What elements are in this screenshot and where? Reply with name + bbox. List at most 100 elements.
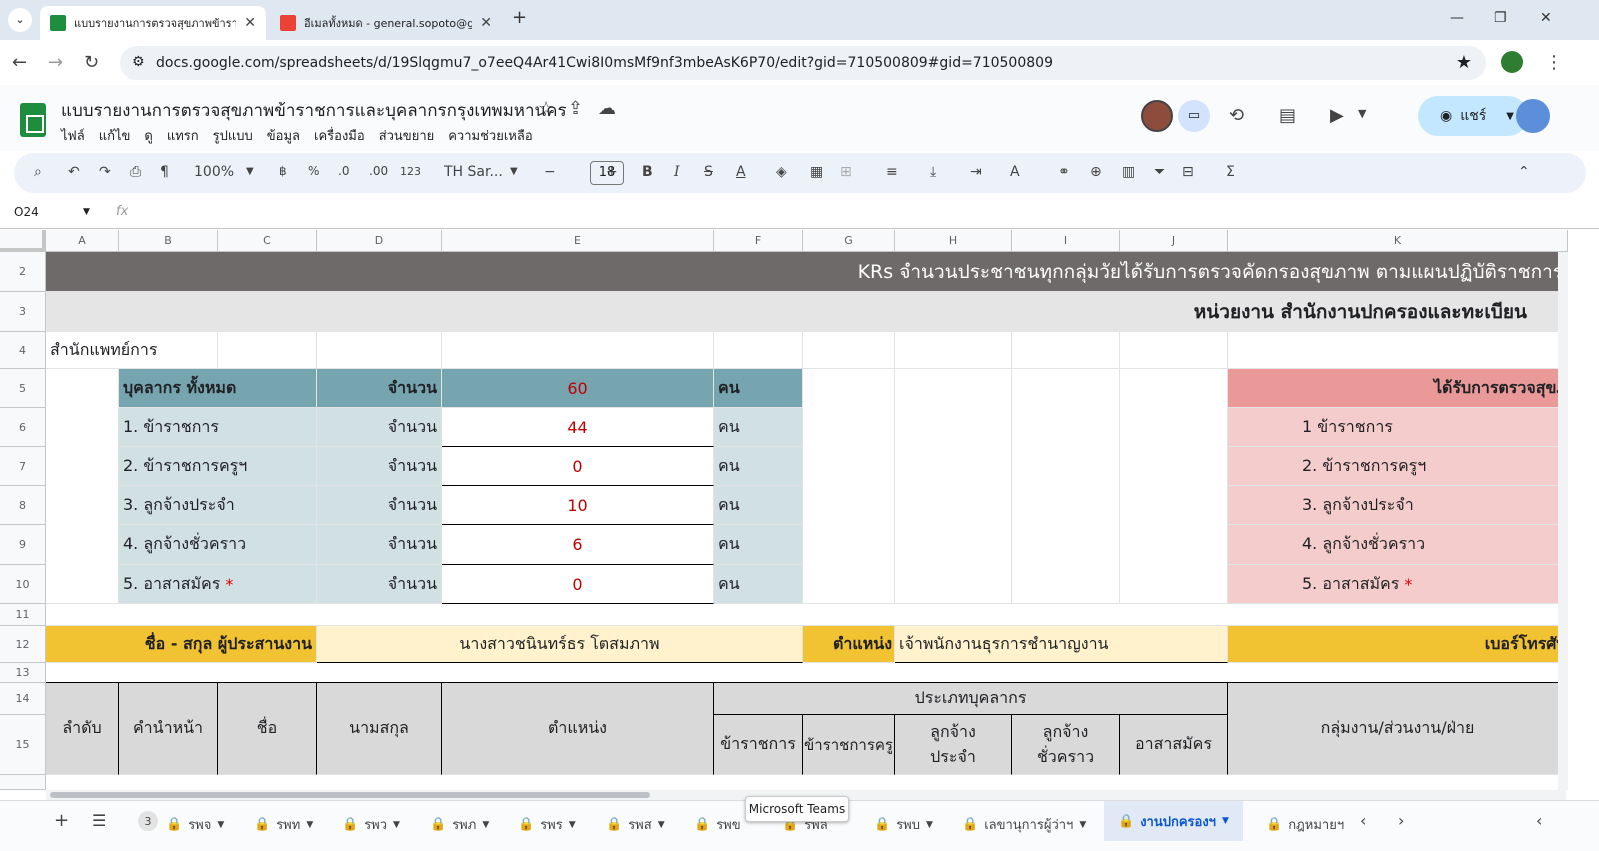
row-header[interactable] — [0, 775, 46, 790]
decrease-font-size-icon[interactable]: − — [544, 164, 556, 180]
count-label[interactable]: จำนวน — [317, 486, 442, 525]
sheet-title-cell[interactable]: KRs จำนวนประชาชนทุกกลุ่มวัยได้รับการตรวจ… — [46, 252, 1568, 292]
column-header[interactable]: I — [1012, 230, 1120, 252]
screened-category[interactable]: 1 ข้าราชการ — [1228, 408, 1568, 447]
phone-label[interactable]: เบอร์โทรศัพ — [1228, 626, 1568, 663]
cell[interactable] — [803, 369, 895, 604]
text-wrapping-icon[interactable]: ⇥ — [970, 164, 982, 180]
cell[interactable] — [46, 369, 119, 604]
cell[interactable] — [442, 332, 714, 369]
screened-category[interactable]: 3. ลูกจ้างประจำ — [1228, 486, 1568, 525]
profile-avatar[interactable] — [1501, 51, 1523, 73]
window-close-icon[interactable]: ✕ — [1540, 10, 1552, 26]
menu-format[interactable]: รูปแบบ — [213, 125, 253, 146]
insert-comment-icon[interactable]: ⊕ — [1090, 164, 1102, 180]
menu-extensions[interactable]: ส่วนขยาย — [379, 125, 435, 146]
count-label[interactable]: จำนวน — [317, 525, 442, 565]
site-info-icon[interactable]: ⚙ — [132, 54, 145, 70]
unit-name-cell[interactable]: หน่วยงาน สำนักงานปกครองและทะเบียน — [46, 292, 1568, 332]
cell[interactable] — [317, 332, 442, 369]
account-avatar[interactable] — [1516, 99, 1550, 133]
meet-video-icon[interactable]: ▶ — [1330, 105, 1344, 126]
sheet-tab[interactable]: 🔒 รพข — [694, 814, 741, 835]
type-teacher-header[interactable]: ข้าราชการครู — [803, 715, 895, 775]
browser-tab-gmail[interactable]: อีเมลทั้งหมด - general.sopoto@g ✕ — [270, 6, 502, 40]
type-temporary-header[interactable]: ลูกจ้าง ชั่วคราว — [1012, 715, 1120, 775]
coordinator-label[interactable]: ชื่อ - สกุล ผู้ประสานงาน — [46, 626, 317, 663]
menu-tools[interactable]: เครื่องมือ — [314, 125, 365, 146]
name-box[interactable]: O24 — [14, 205, 39, 219]
count-label[interactable]: จำนวน — [317, 408, 442, 447]
side-panel-toggle-icon[interactable]: ‹ — [1536, 811, 1542, 830]
menu-data[interactable]: ข้อมูล — [267, 125, 300, 146]
back-icon[interactable]: ← — [12, 52, 27, 73]
close-tab-icon[interactable]: ✕ — [480, 15, 492, 31]
cell[interactable] — [1120, 332, 1228, 369]
row-header[interactable]: 10 — [0, 565, 46, 604]
category-value[interactable]: 44 — [442, 408, 714, 447]
percent-button[interactable]: % — [308, 164, 319, 178]
horizontal-align-icon[interactable]: ≡ — [886, 164, 898, 180]
menu-help[interactable]: ความช่วยเหลือ — [448, 125, 532, 146]
sheet-tab[interactable]: 🔒 รพจ ▼ — [166, 814, 224, 835]
category-value[interactable]: 0 — [442, 565, 714, 604]
menu-edit[interactable]: แก้ไข — [99, 125, 131, 146]
sheet-tab[interactable]: 🔒 รพภ ▼ — [430, 814, 489, 835]
sheet-tab-active[interactable]: 🔒 งานปกครองฯ ▼ — [1104, 801, 1243, 841]
cell[interactable] — [1228, 332, 1568, 369]
column-header[interactable]: K — [1228, 230, 1568, 252]
insert-link-icon[interactable]: ⚭ — [1058, 164, 1070, 180]
menu-view[interactable]: ดู — [144, 125, 152, 146]
staff-total-value[interactable]: 60 — [442, 369, 714, 408]
scroll-tabs-left-icon[interactable]: ‹ — [1360, 811, 1366, 830]
category-label[interactable]: 4. ลูกจ้างชั่วคราว — [119, 525, 317, 565]
category-label[interactable]: 1. ข้าราชการ — [119, 408, 317, 447]
menu-insert[interactable]: แทรก — [167, 125, 199, 146]
type-civil-servant-header[interactable]: ข้าราชการ — [714, 715, 803, 775]
menu-file[interactable]: ไฟล์ — [61, 125, 85, 146]
type-permanent-header[interactable]: ลูกจ้าง ประจำ — [895, 715, 1012, 775]
surname-header[interactable]: นามสกุล — [317, 683, 442, 775]
cloud-status-icon[interactable]: ☁ — [598, 98, 616, 119]
forward-icon[interactable]: → — [48, 52, 63, 73]
staff-total-label[interactable]: บุคลากร ทั้งหมด — [119, 369, 317, 408]
text-color-icon[interactable]: A — [736, 164, 746, 180]
unit-label[interactable]: คน — [714, 486, 803, 525]
undo-icon[interactable]: ↶ — [68, 164, 80, 180]
category-label[interactable]: 2. ข้าราชการครูฯ — [119, 447, 317, 486]
category-value[interactable]: 0 — [442, 447, 714, 486]
name-header[interactable]: ชื่อ — [218, 683, 317, 775]
paint-format-icon[interactable]: ¶ — [160, 164, 169, 180]
category-label[interactable]: 3. ลูกจ้างประจำ — [119, 486, 317, 525]
cell[interactable] — [714, 332, 803, 369]
column-header[interactable]: C — [218, 230, 317, 252]
all-sheets-icon[interactable]: ☰ — [92, 811, 106, 830]
count-label[interactable]: จำนวน — [317, 447, 442, 486]
increase-decimal-button[interactable]: .00 — [369, 164, 388, 178]
merge-cells-icon[interactable]: ⊞ — [840, 164, 852, 180]
column-header[interactable]: F — [714, 230, 803, 252]
sheet-count-badge[interactable]: 3 — [138, 811, 158, 831]
name-box-dropdown-icon[interactable]: ▼ — [83, 207, 90, 217]
row-header[interactable]: 8 — [0, 486, 46, 525]
close-tab-icon[interactable]: ✕ — [244, 15, 256, 31]
unit-label[interactable]: คน — [714, 408, 803, 447]
bookmark-star-icon[interactable]: ★ — [1456, 52, 1472, 73]
unit-label[interactable]: คน — [714, 447, 803, 486]
row-header[interactable]: 5 — [0, 369, 46, 408]
strikethrough-icon[interactable]: S — [704, 164, 713, 180]
cell[interactable] — [895, 369, 1012, 604]
prefix-header[interactable]: คำนำหน้า — [119, 683, 218, 775]
scroll-tabs-right-icon[interactable]: › — [1398, 811, 1404, 830]
column-header[interactable]: E — [442, 230, 714, 252]
sheets-logo-icon[interactable] — [20, 103, 46, 137]
cell[interactable] — [46, 663, 1568, 683]
row-header[interactable]: 3 — [0, 292, 46, 332]
sheet-tab[interactable]: 🔒 รพร ▼ — [518, 814, 576, 835]
column-header[interactable]: J — [1120, 230, 1228, 252]
browser-menu-icon[interactable]: ⋮ — [1545, 52, 1563, 73]
category-value[interactable]: 10 — [442, 486, 714, 525]
seq-header[interactable]: ลำดับ — [46, 683, 119, 775]
row-header[interactable]: 11 — [0, 604, 46, 626]
reload-icon[interactable]: ↻ — [84, 52, 99, 73]
